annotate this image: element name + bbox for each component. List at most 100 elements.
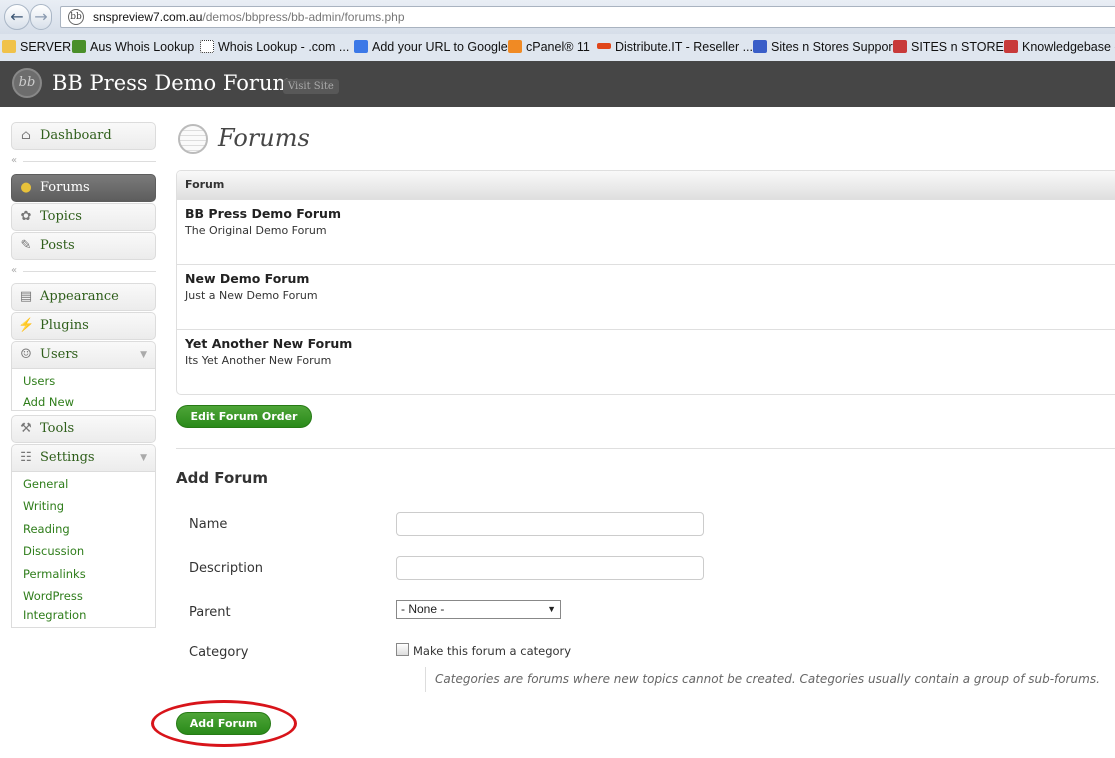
table-row[interactable]: New Demo Forum Just a New Demo Forum [177,265,1115,330]
bookmark-google[interactable]: Add your URL to Google [354,40,508,54]
submenu-integration[interactable]: Integration [23,608,86,622]
bookmark-knowledgebase[interactable]: Knowledgebase - [1004,40,1115,54]
bookmark-whois-lookup[interactable]: Whois Lookup - .com ... [200,40,349,54]
sns-icon [893,40,907,53]
menu-label: Posts [40,238,75,253]
submenu-permalinks[interactable]: Permalinks [23,567,86,581]
chevron-down-icon[interactable]: ▼ [140,453,147,463]
site-favicon-icon: bb [68,9,84,25]
users-icon: ☺ [20,347,32,362]
parent-select[interactable]: - None - ▼ [396,600,561,619]
menu-topics[interactable]: ✿ Topics [11,203,156,231]
page-icon [200,40,214,53]
submenu-discussion[interactable]: Discussion [23,544,84,558]
forums-icon: ● [20,180,32,195]
forum-description: Its Yet Another New Forum [185,354,332,367]
distribute-icon [597,43,611,49]
users-submenu: Users Add New [11,369,156,411]
category-note: Categories are forums where new topics c… [425,667,1115,692]
menu-dashboard[interactable]: ⌂ Dashboard [11,122,156,150]
bookmark-distribute[interactable]: Distribute.IT - Reseller ... [597,40,753,54]
menu-label: Forums [40,180,90,195]
menu-forums[interactable]: ● Forums [11,174,156,202]
forums-table: Forum BB Press Demo Forum The Original D… [176,170,1115,395]
browser-navbar: ← → bb snspreview7.com.au/demos/bbpress/… [0,0,1115,34]
submenu-wordpress[interactable]: WordPress [23,589,83,603]
bookmark-sites-n-stores[interactable]: SITES n STORES [893,40,1012,54]
menu-users[interactable]: ☺ Users ▼ [11,341,156,369]
description-label: Description [189,561,264,576]
bookmark-aus-whois[interactable]: Aus Whois Lookup [72,40,194,54]
address-url: snspreview7.com.au/demos/bbpress/bb-admi… [93,10,405,24]
chevron-down-icon[interactable]: ▼ [140,350,147,360]
plugin-icon: ⚡ [18,318,35,333]
highlight-ellipse [151,700,297,747]
column-header-forum: Forum [185,178,225,191]
parent-label: Parent [189,605,231,620]
menu-tools[interactable]: ⚒ Tools [11,415,156,443]
address-bar[interactable]: bb snspreview7.com.au/demos/bbpress/bb-a… [60,6,1115,28]
parent-select-value: - None - [401,602,445,616]
forum-description: The Original Demo Forum [185,224,327,237]
menu-label: Users [40,347,79,362]
aus-icon [72,40,86,53]
table-row[interactable]: Yet Another New Forum Its Yet Another Ne… [177,330,1115,394]
page-title: Forums [218,124,310,152]
topics-icon: ✿ [20,209,32,224]
forum-name[interactable]: New Demo Forum [185,271,309,286]
forum-description: Just a New Demo Forum [185,289,318,302]
submenu-add-new[interactable]: Add New [23,395,74,409]
menu-plugins[interactable]: ⚡ Plugins [11,312,156,340]
bookmark-cpanel[interactable]: cPanel® 11 [508,40,590,54]
category-label: Category [189,645,249,660]
folder-icon [2,40,16,53]
description-input[interactable] [396,556,704,580]
appearance-icon: ▤ [19,289,33,304]
google-icon [354,40,368,53]
name-input[interactable] [396,512,704,536]
submenu-general[interactable]: General [23,477,68,491]
menu-separator[interactable]: « [11,265,156,276]
cpanel-icon [508,40,522,53]
menu-settings[interactable]: ☷ Settings ▼ [11,444,156,472]
admin-header: bb BB Press Demo Forum Visit Site [0,61,1115,107]
bookmark-servers[interactable]: SERVERS [2,40,80,54]
chevron-down-icon: ▼ [547,604,556,614]
sns-icon [753,40,767,53]
menu-label: Plugins [40,318,89,333]
name-label: Name [189,517,228,532]
menu-label: Tools [40,421,75,436]
forum-name[interactable]: BB Press Demo Forum [185,206,341,221]
submenu-users[interactable]: Users [23,374,55,388]
bookmarks-bar: SERVERS Aus Whois Lookup Whois Lookup - … [0,36,1115,60]
site-title[interactable]: BB Press Demo Forum [52,71,292,95]
bookmark-sns-support[interactable]: Sites n Stores Support [753,40,896,54]
posts-icon: ✎ [20,238,32,253]
category-checkbox-label[interactable]: Make this forum a category [413,644,571,658]
sns-icon [1004,40,1018,53]
forum-name[interactable]: Yet Another New Forum [185,336,352,351]
tools-icon: ⚒ [20,421,32,436]
back-button[interactable]: ← [4,4,30,30]
menu-separator[interactable]: « [11,155,156,166]
settings-icon: ☷ [20,450,32,465]
settings-submenu: General Writing Reading Discussion Perma… [11,472,156,628]
home-icon: ⌂ [21,128,31,143]
forums-icon [178,124,208,154]
add-forum-heading: Add Forum [176,469,268,487]
category-checkbox[interactable] [396,643,409,656]
menu-appearance[interactable]: ▤ Appearance [11,283,156,311]
bbpress-logo-icon: bb [12,68,42,98]
submenu-writing[interactable]: Writing [23,499,64,513]
menu-label: Settings [40,450,95,465]
submenu-reading[interactable]: Reading [23,522,70,536]
edit-forum-order-button[interactable]: Edit Forum Order [176,405,312,428]
table-row[interactable]: BB Press Demo Forum The Original Demo Fo… [177,200,1115,265]
forward-button[interactable]: → [30,4,52,30]
section-divider [176,448,1115,449]
browser-chrome: ← → bb snspreview7.com.au/demos/bbpress/… [0,0,1115,62]
menu-label: Topics [40,209,82,224]
menu-label: Appearance [40,289,119,304]
visit-site-button[interactable]: Visit Site [283,79,339,94]
menu-posts[interactable]: ✎ Posts [11,232,156,260]
